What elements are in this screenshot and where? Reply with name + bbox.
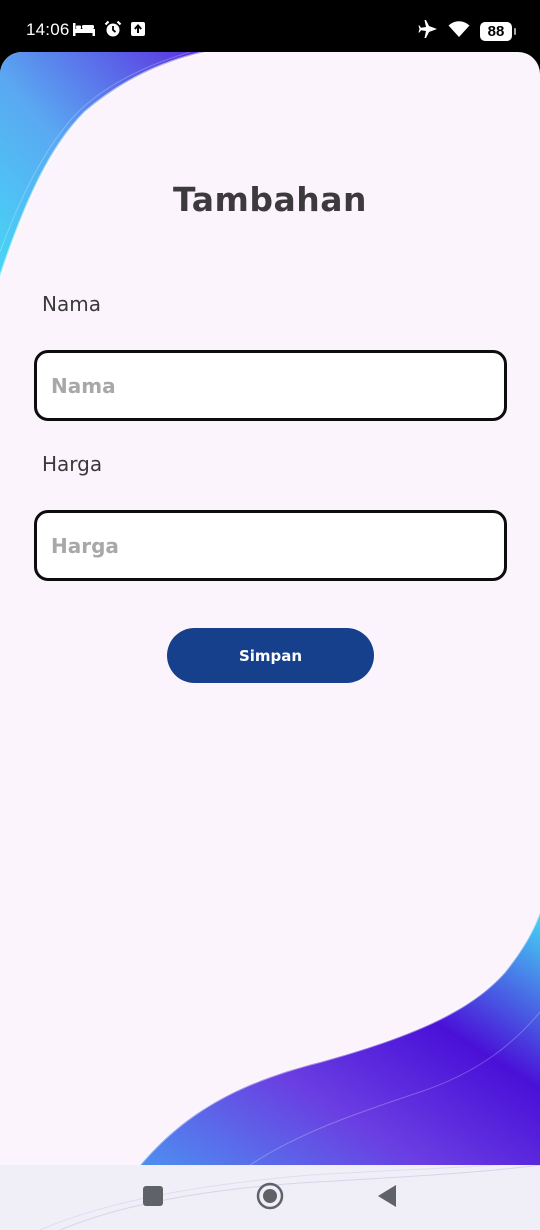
status-icons-left (72, 20, 146, 42)
nama-label: Nama (42, 292, 101, 316)
save-button[interactable]: Simpan (167, 628, 374, 683)
bed-icon (72, 21, 96, 41)
alarm-icon (104, 20, 122, 42)
nama-input[interactable] (34, 350, 507, 421)
harga-label: Harga (42, 452, 103, 476)
harga-input[interactable] (34, 510, 507, 581)
airplane-icon (418, 19, 438, 43)
page-title: Tambahan (172, 180, 368, 219)
home-icon (256, 1182, 284, 1214)
recent-apps-button[interactable] (138, 1183, 168, 1213)
navigation-bar (0, 1165, 540, 1230)
recent-apps-icon (143, 1186, 163, 1210)
wifi-icon (448, 20, 470, 42)
status-time: 14:06 (26, 20, 70, 39)
status-icons-right: 88 (418, 19, 516, 43)
upload-icon (130, 21, 146, 41)
app-screen: Tambahan Nama Harga Simpan (0, 52, 540, 1165)
back-button[interactable] (372, 1183, 402, 1213)
battery-icon: 88 (480, 21, 516, 41)
home-button[interactable] (255, 1182, 285, 1214)
back-icon (376, 1184, 398, 1212)
